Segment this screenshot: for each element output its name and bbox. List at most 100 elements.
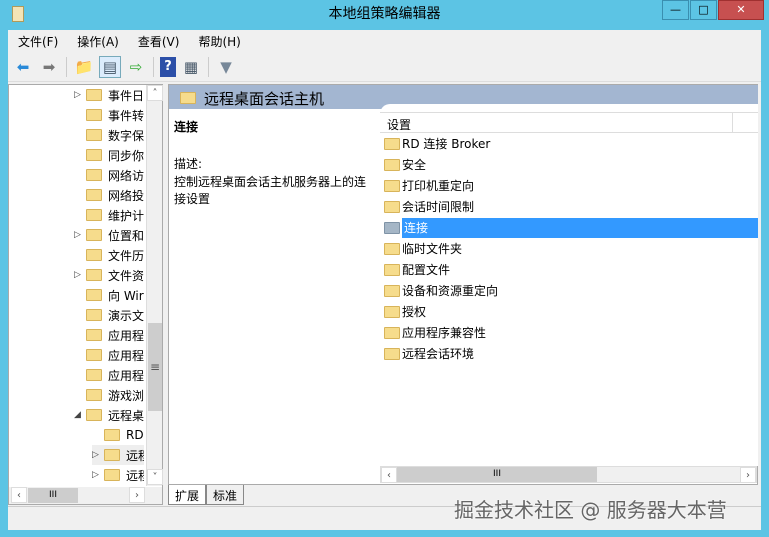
folder-icon — [384, 263, 400, 276]
menu-action[interactable]: 操作(A) — [67, 30, 128, 52]
help-icon[interactable]: ? — [160, 56, 176, 77]
list-item[interactable]: 配置文件 — [384, 259, 758, 280]
list-item[interactable]: 打印机重定向 — [384, 175, 758, 196]
list-item-label: 会话时间限制 — [402, 200, 475, 214]
separator — [208, 56, 209, 77]
tree-item-label: 应用程 — [108, 328, 144, 343]
tree-item-label: 事件日 — [108, 88, 144, 103]
folder-icon — [104, 449, 120, 461]
tree-item[interactable]: 网络投 — [74, 185, 144, 205]
tree-item[interactable]: 事件转 — [74, 105, 144, 125]
maximize-button[interactable]: □ — [690, 0, 717, 20]
expand-icon[interactable]: ▷ — [74, 270, 86, 280]
menu-file[interactable]: 文件(F) — [8, 30, 67, 52]
list-item[interactable]: 连接 — [384, 217, 758, 238]
tree-item[interactable]: RD — [92, 425, 144, 445]
folder-icon — [384, 137, 400, 150]
menu-bar: 文件(F) 操作(A) 查看(V) 帮助(H) — [8, 30, 250, 52]
list-horizontal-scrollbar[interactable]: ‹ III › — [380, 466, 757, 483]
list-item[interactable]: 应用程序兼容性 — [384, 322, 758, 343]
scroll-down-icon[interactable]: ˅ — [147, 469, 163, 485]
folder-icon — [86, 409, 102, 421]
menu-view[interactable]: 查看(V) — [128, 30, 189, 52]
tree-item[interactable]: 向 Wir — [74, 285, 144, 305]
tree-vertical-scrollbar[interactable]: ˄ ≡ ˅ — [146, 85, 163, 486]
list-item[interactable]: 设备和资源重定向 — [384, 280, 758, 301]
tree-item[interactable]: ▷ 远程 — [92, 445, 144, 465]
close-button[interactable]: ✕ — [718, 0, 764, 20]
tree-item[interactable]: ▷ 远程 — [92, 465, 144, 485]
tree-item-label: RD — [126, 428, 144, 442]
tree-horizontal-scrollbar[interactable]: ‹ III › — [9, 487, 162, 504]
scroll-left-icon[interactable]: ‹ — [381, 467, 397, 483]
tree-item[interactable]: 同步你 — [74, 145, 144, 165]
list-item[interactable]: 安全 — [384, 154, 758, 175]
tab-standard[interactable]: 标准 — [206, 485, 245, 505]
tree-item[interactable]: ▷ 事件日 — [74, 85, 144, 105]
folder-icon — [384, 242, 400, 255]
expand-icon[interactable]: ▷ — [92, 470, 104, 480]
column-divider[interactable] — [732, 113, 733, 133]
properties-icon[interactable]: ▦ — [180, 56, 202, 78]
tree-item[interactable]: 维护计 — [74, 205, 144, 225]
list-item[interactable]: 远程会话环境 — [384, 343, 758, 364]
tree-item[interactable]: 数字保 — [74, 125, 144, 145]
tree-item[interactable]: 应用程 — [74, 365, 144, 385]
list-item[interactable]: 临时文件夹 — [384, 238, 758, 259]
folder-icon — [86, 209, 102, 221]
tree-item[interactable]: ◢ 远程桌 — [74, 405, 144, 425]
list-item[interactable]: RD 连接 Broker — [384, 133, 758, 154]
tree-item-label: 向 Wir — [108, 288, 144, 303]
scroll-up-icon[interactable]: ˄ — [147, 85, 163, 101]
menu-help[interactable]: 帮助(H) — [188, 30, 249, 52]
tree-item-label: 应用程 — [108, 348, 144, 363]
column-header[interactable]: 设置 — [380, 112, 758, 133]
tree-item[interactable]: 文件历 — [74, 245, 144, 265]
forward-icon[interactable]: ➡ — [38, 56, 60, 78]
tree-item-label: 文件资 — [108, 268, 144, 283]
folder-icon — [104, 469, 120, 481]
tree-item[interactable]: ▷ 文件资 — [74, 265, 144, 285]
scroll-thumb[interactable]: ≡ — [148, 323, 162, 411]
separator — [153, 56, 154, 77]
scroll-thumb[interactable]: III — [397, 467, 597, 482]
back-icon[interactable]: ⬅ — [12, 56, 34, 78]
expand-icon[interactable]: ▷ — [74, 230, 86, 240]
tree-item[interactable]: 应用程 — [74, 345, 144, 365]
column-settings[interactable]: 设置 — [387, 116, 411, 133]
list-item[interactable]: 授权 — [384, 301, 758, 322]
folder-icon — [86, 369, 102, 381]
export-list-icon[interactable]: ⇨ — [125, 56, 147, 78]
tree-item-label: 网络投 — [108, 188, 144, 203]
scroll-right-icon[interactable]: › — [129, 487, 145, 503]
folder-icon — [384, 179, 400, 192]
minimize-button[interactable]: — — [662, 0, 689, 20]
list-item[interactable]: 会话时间限制 — [384, 196, 758, 217]
tree-item[interactable]: ▷ 位置和 — [74, 225, 144, 245]
tree-item[interactable]: 演示文 — [74, 305, 144, 325]
tree-item-label: 远程桌 — [108, 408, 144, 423]
scroll-left-icon[interactable]: ‹ — [11, 487, 27, 503]
folder-icon — [384, 305, 400, 318]
up-folder-icon[interactable]: 📁 — [73, 56, 95, 78]
scroll-right-icon[interactable]: › — [740, 467, 756, 483]
tree-item[interactable]: 应用程 — [74, 325, 144, 345]
tree-item[interactable]: 游戏浏 — [74, 385, 144, 405]
expand-icon[interactable]: ▷ — [92, 450, 104, 460]
description-label: 描述: — [174, 157, 203, 171]
list-item-label: 安全 — [402, 158, 427, 172]
folder-icon — [86, 349, 102, 361]
tree-item-label: 应用程 — [108, 368, 144, 383]
tree-item-label: 维护计 — [108, 208, 144, 223]
folder-icon — [86, 89, 102, 101]
scroll-thumb[interactable]: III — [28, 488, 78, 503]
expand-icon[interactable]: ▷ — [74, 90, 86, 100]
tree-item-label: 远程 — [126, 468, 144, 483]
expand-icon[interactable]: ◢ — [74, 410, 86, 420]
filter-icon[interactable]: ▼ — [215, 56, 237, 78]
tree-item[interactable]: 网络访 — [74, 165, 144, 185]
list-item-label: 打印机重定向 — [402, 179, 475, 193]
show-hide-tree-icon[interactable]: ▤ — [99, 55, 121, 78]
tab-extended[interactable]: 扩展 — [168, 485, 207, 505]
list-item-label: 配置文件 — [402, 263, 451, 277]
